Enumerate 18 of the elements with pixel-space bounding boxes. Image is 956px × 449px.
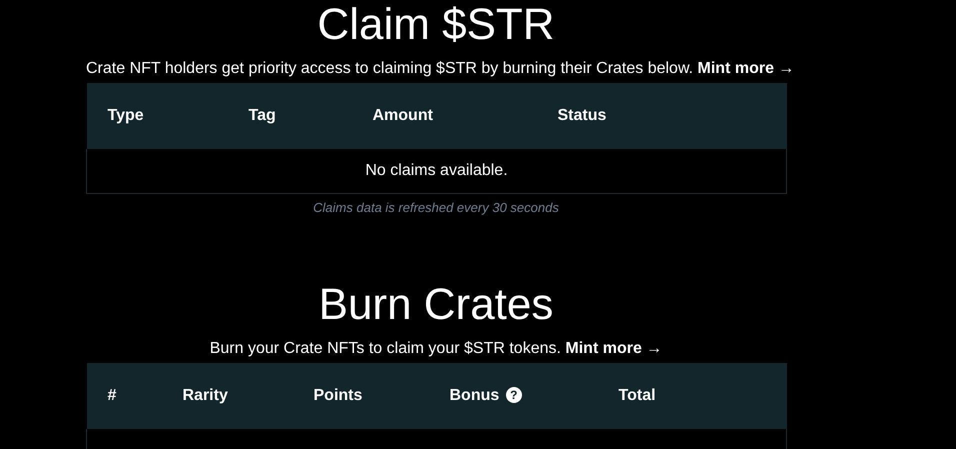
help-icon: ? (506, 387, 522, 403)
column-header: # (86, 363, 162, 429)
column-header: Tag (228, 83, 352, 149)
section-title: Burn Crates (318, 283, 554, 327)
section-description: Crate NFT holders get priority access to claiming $STR by burning their Crates below. (86, 60, 694, 77)
column-header: Total (598, 363, 786, 429)
empty-message: No claims available. (86, 149, 786, 193)
section-title: Claim $STR (316, 3, 556, 47)
mint-more-link[interactable]: Mint more → (698, 60, 794, 77)
column-header: Rarity (162, 363, 292, 429)
column-header: Points (292, 363, 428, 429)
column-header: Bonus ? (428, 363, 598, 429)
column-header: Type (86, 83, 228, 149)
column-header: Status (536, 83, 786, 149)
section-description: Burn your Crate NFTs to claim your $STR tokens. (210, 340, 561, 357)
column-header: Amount (352, 83, 536, 149)
refresh-note: Claims data is refreshed every 30 seconds (312, 198, 560, 217)
mint-more-link[interactable]: Mint more → (565, 340, 662, 357)
